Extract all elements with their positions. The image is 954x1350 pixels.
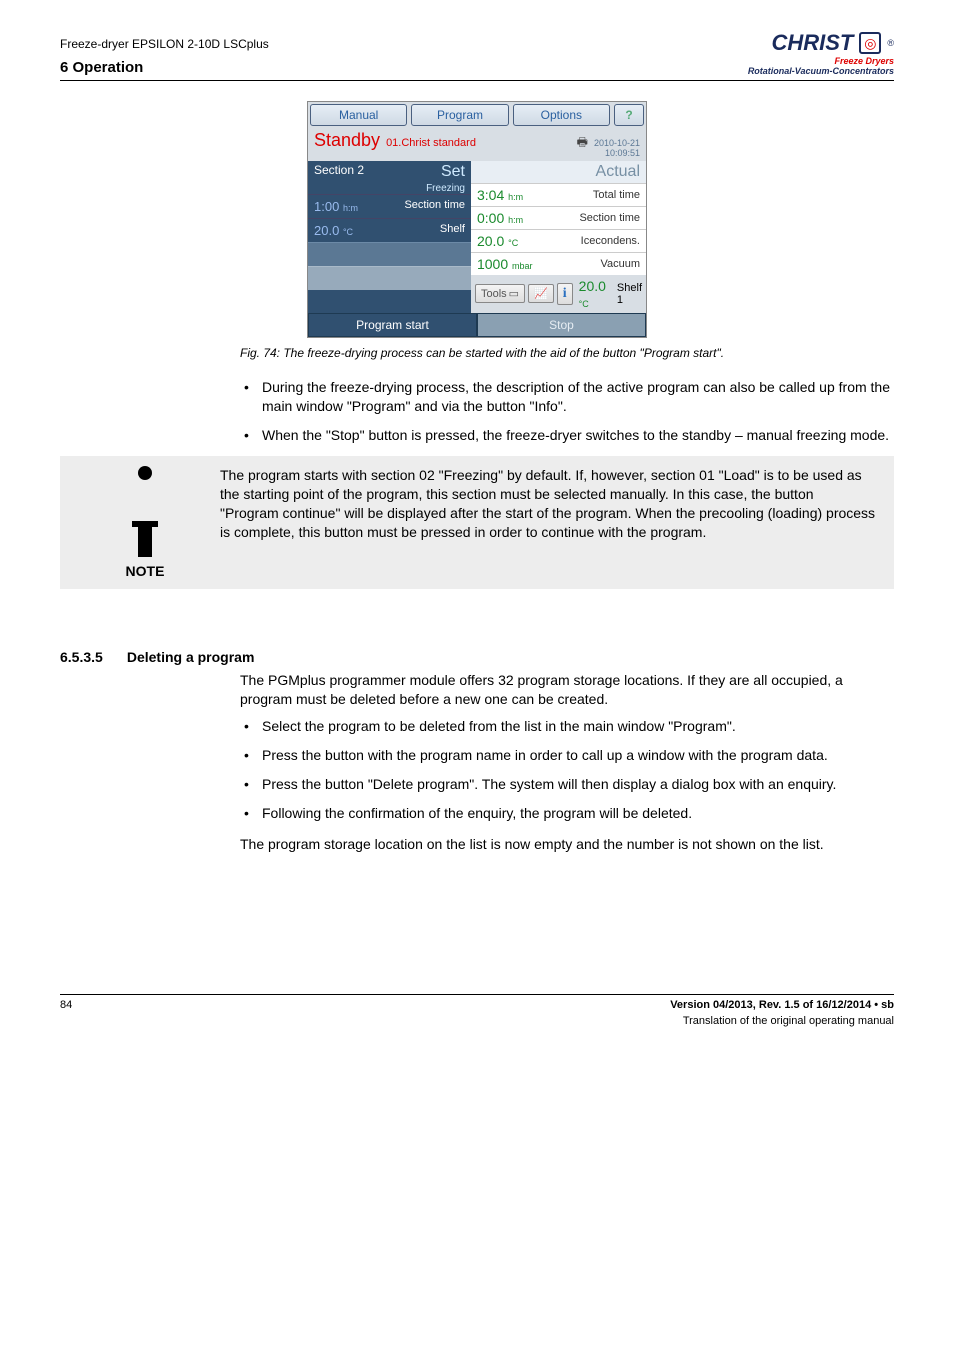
graph-icon: 📈	[534, 287, 548, 300]
device-name: Freeze-dryer EPSILON 2-10D LSCplus	[60, 37, 269, 51]
actual-icecondens: Icecondens.	[581, 235, 640, 247]
note-block: NOTE The program starts with section 02 …	[60, 456, 894, 589]
page-number: 84	[60, 999, 72, 1027]
list-item: Select the program to be deleted from th…	[240, 717, 894, 736]
info-button[interactable]: i	[557, 283, 573, 305]
tab-options[interactable]: Options	[513, 104, 610, 126]
ui-screenshot: Manual Program Options ? Standby 01.Chri…	[307, 101, 647, 338]
bullet-list-1: During the freeze-drying process, the de…	[240, 378, 894, 445]
footer-translation: Translation of the original operating ma…	[670, 1015, 894, 1027]
chapter-title: 6 Operation	[60, 59, 269, 76]
footer-version: Version 04/2013, Rev. 1.5 of 16/12/2014 …	[670, 999, 894, 1011]
stop-button[interactable]: Stop	[477, 313, 646, 337]
tab-help[interactable]: ?	[614, 104, 644, 126]
page-header: Freeze-dryer EPSILON 2-10D LSCplus 6 Ope…	[60, 30, 894, 81]
paragraph: The PGMplus programmer module offers 32 …	[240, 671, 894, 709]
list-item: Press the button with the program name i…	[240, 746, 894, 765]
graph-button[interactable]: 📈	[528, 284, 554, 303]
tab-program[interactable]: Program	[411, 104, 508, 126]
note-label: NOTE	[70, 563, 220, 579]
bullet-list-2: Select the program to be deleted from th…	[240, 717, 894, 823]
tab-manual[interactable]: Manual	[310, 104, 407, 126]
brand-logo: CHRIST ® Freeze Dryers Rotational-Vacuum…	[748, 30, 894, 76]
list-item: During the freeze-drying process, the de…	[240, 378, 894, 416]
figure-caption: Fig. 74: The freeze-drying process can b…	[240, 346, 894, 360]
list-item: When the "Stop" button is pressed, the f…	[240, 426, 894, 445]
set-section-time-label: Section time	[404, 199, 465, 214]
brand-text: CHRIST	[771, 30, 853, 56]
actual-section-time: Section time	[579, 212, 640, 224]
brand-sub1: Freeze Dryers	[748, 56, 894, 66]
set-shelf-label: Shelf	[440, 223, 465, 238]
set-section: Section 2	[314, 163, 364, 181]
folder-icon: ▭	[509, 287, 519, 300]
standby-datetime: 2010-10-21 10:09:51	[594, 139, 640, 159]
list-item: Following the confirmation of the enquir…	[240, 804, 894, 823]
info-icon: i	[563, 286, 567, 302]
list-item: Press the button "Delete program". The s…	[240, 775, 894, 794]
set-label: Set	[441, 163, 465, 181]
set-freezing: Freezing	[308, 183, 471, 194]
subsection-number: 6.5.3.5	[60, 649, 103, 665]
standby-program-name: 01.Christ standard	[386, 137, 577, 149]
tools-button[interactable]: Tools▭	[475, 284, 525, 303]
note-icon	[138, 466, 152, 557]
actual-shelf1: Shelf 1	[617, 282, 642, 306]
program-start-button[interactable]: Program start	[308, 313, 477, 337]
paragraph: The program storage location on the list…	[240, 835, 894, 854]
actual-total-time: Total time	[593, 189, 640, 201]
note-text: The program starts with section 02 "Free…	[220, 466, 876, 542]
brand-icon	[859, 32, 881, 54]
page-footer: 84 Version 04/2013, Rev. 1.5 of 16/12/20…	[60, 994, 894, 1027]
actual-label: Actual	[471, 161, 646, 183]
standby-label: Standby	[314, 130, 380, 151]
actual-vacuum: Vacuum	[600, 258, 640, 270]
subsection-title: Deleting a program	[127, 649, 255, 665]
brand-sub2: Rotational-Vacuum-Concentrators	[748, 66, 894, 76]
printer-icon[interactable]: 🖶	[577, 133, 588, 154]
